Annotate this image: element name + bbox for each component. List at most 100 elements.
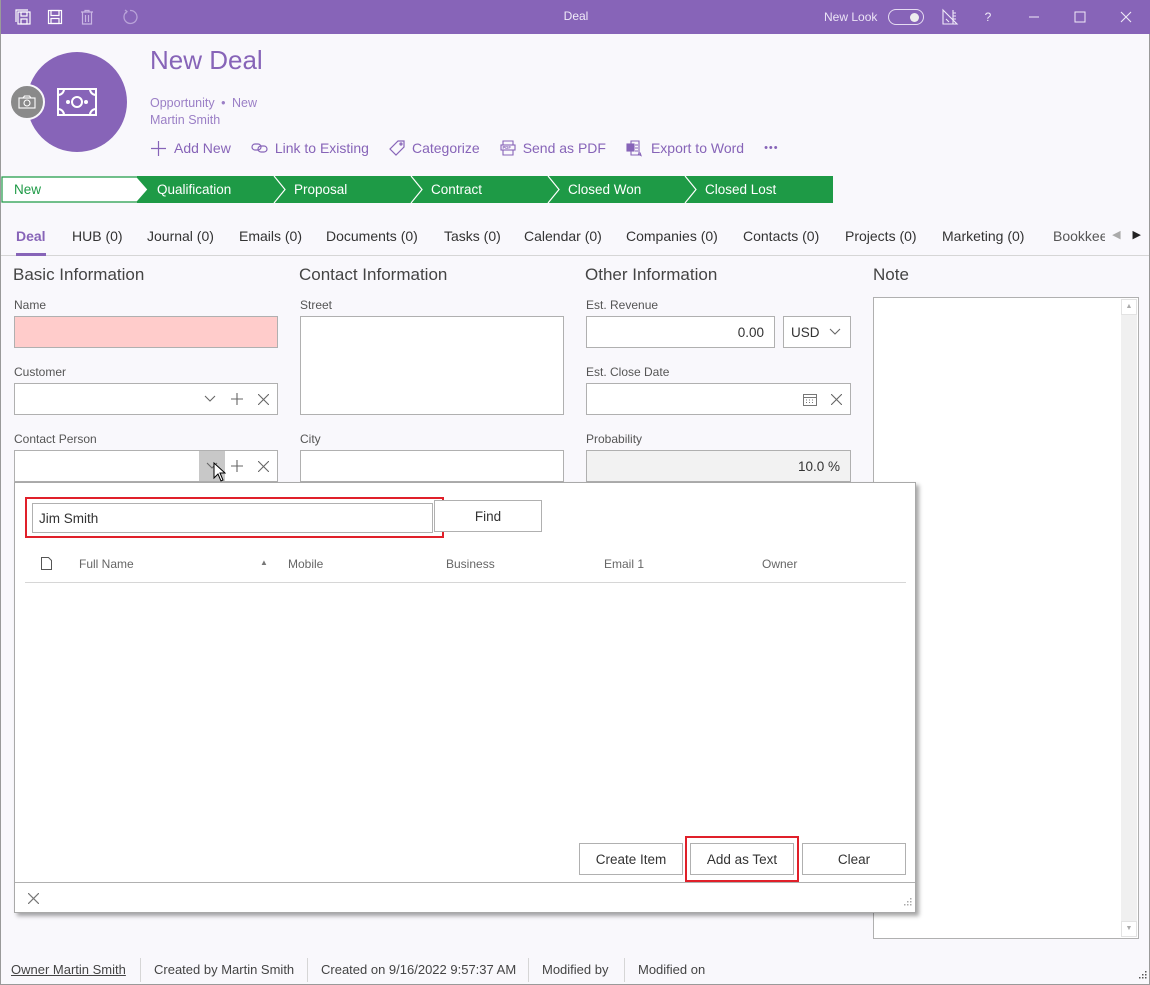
stage-proposal[interactable]: Proposal	[294, 176, 347, 203]
city-label: City	[300, 432, 321, 446]
currency-value: USD	[791, 325, 820, 340]
chevron-down-icon[interactable]	[197, 384, 223, 414]
tab-contacts[interactable]: Contacts (0)	[743, 228, 819, 256]
action-toolbar: Add New Link to Existing Categorize PDF …	[150, 139, 799, 157]
document-icon	[41, 557, 52, 573]
column-full-name[interactable]: Full Name	[79, 557, 134, 571]
clear-icon[interactable]	[823, 384, 849, 414]
stage-qualification[interactable]: Qualification	[157, 176, 231, 203]
column-mobile[interactable]: Mobile	[288, 557, 323, 571]
tab-marketing[interactable]: Marketing (0)	[942, 228, 1024, 256]
pdf-icon: PDF	[500, 140, 516, 156]
send-as-pdf-button[interactable]: PDF Send as PDF	[500, 139, 606, 157]
more-actions-button[interactable]: •••	[764, 139, 779, 157]
minimize-button[interactable]	[1011, 0, 1057, 34]
contact-info-heading: Contact Information	[299, 265, 448, 284]
clear-icon[interactable]	[250, 384, 276, 414]
new-look-label: New Look	[824, 10, 878, 24]
change-photo-button[interactable]	[9, 84, 45, 120]
stage-closed-won[interactable]: Closed Won	[568, 176, 641, 203]
scroll-down-icon[interactable]: ▼	[1121, 921, 1137, 937]
basic-info-heading: Basic Information	[13, 265, 145, 284]
customer-input[interactable]	[14, 383, 278, 415]
clear-icon[interactable]	[250, 451, 276, 481]
search-highlight	[25, 497, 444, 538]
search-input[interactable]	[32, 503, 433, 533]
find-button[interactable]: Find	[434, 500, 542, 532]
tab-projects[interactable]: Projects (0)	[845, 228, 917, 256]
deal-status: New	[231, 96, 257, 110]
deal-owner[interactable]: Martin Smith	[150, 113, 220, 127]
categorize-button[interactable]: Categorize	[389, 139, 480, 157]
close-date-label: Est. Close Date	[586, 365, 670, 379]
chevron-down-icon	[822, 317, 848, 347]
send-as-pdf-label: Send as PDF	[522, 140, 606, 156]
tab-documents[interactable]: Documents (0)	[326, 228, 418, 256]
export-to-word-button[interactable]: Export to Word	[626, 139, 744, 157]
svg-text:PDF: PDF	[502, 145, 511, 150]
clear-button[interactable]: Clear	[802, 843, 906, 875]
create-item-button[interactable]: Create Item	[579, 843, 683, 875]
plus-icon[interactable]	[224, 384, 250, 414]
stage-closed-lost[interactable]: Closed Lost	[705, 176, 776, 203]
name-label: Name	[14, 298, 47, 312]
status-divider	[624, 958, 625, 982]
tab-calendar[interactable]: Calendar (0)	[524, 228, 602, 256]
stage-new[interactable]: New	[14, 176, 41, 203]
column-owner[interactable]: Owner	[762, 557, 797, 571]
status-bar: Owner Martin Smith Created by Martin Smi…	[1, 956, 1149, 984]
calendar-icon[interactable]	[797, 384, 823, 414]
currency-select[interactable]: USD	[783, 316, 851, 348]
add-as-text-button[interactable]: Add as Text	[690, 843, 794, 875]
new-look-toggle[interactable]	[888, 9, 924, 25]
close-date-input[interactable]	[586, 383, 851, 415]
owner-link[interactable]: Owner Martin Smith	[11, 962, 126, 977]
link-icon	[251, 143, 268, 153]
grid-header-divider	[25, 582, 906, 583]
link-to-existing-button[interactable]: Link to Existing	[251, 139, 369, 157]
probability-value: 10.0 %	[797, 459, 840, 474]
title-bar: Deal New Look ?	[1, 0, 1150, 34]
tab-emails[interactable]: Emails (0)	[239, 228, 302, 256]
probability-input[interactable]: 10.0 %	[586, 450, 851, 482]
name-input[interactable]	[14, 316, 278, 348]
revenue-label: Est. Revenue	[586, 298, 659, 312]
maximize-button[interactable]	[1057, 0, 1103, 34]
tab-hub[interactable]: HUB (0)	[72, 228, 123, 256]
add-new-button[interactable]: Add New	[150, 139, 231, 157]
column-email-1[interactable]: Email 1	[604, 557, 644, 571]
page-title: New Deal	[150, 45, 263, 75]
tab-bar: Deal HUB (0) Journal (0) Emails (0) Docu…	[1, 222, 1149, 256]
column-business[interactable]: Business	[446, 557, 495, 571]
contact-lookup-popup: Find Full Name ▲ Mobile Business Email 1…	[14, 482, 916, 913]
scroll-up-icon[interactable]: ▲	[1121, 299, 1137, 315]
close-popup-icon[interactable]	[27, 892, 40, 907]
stage-label: Proposal	[294, 182, 348, 197]
note-scrollbar[interactable]: ▲ ▼	[1121, 299, 1137, 937]
help-button[interactable]: ?	[965, 0, 1011, 34]
modified-by: Modified by	[542, 962, 609, 977]
street-input[interactable]	[300, 316, 564, 415]
tab-journal[interactable]: Journal (0)	[147, 228, 214, 256]
close-button[interactable]	[1103, 0, 1149, 34]
stage-contract[interactable]: Contract	[431, 176, 482, 203]
tab-bookkeeping[interactable]: Bookkee	[1053, 228, 1105, 256]
resize-grip-icon[interactable]	[903, 894, 912, 909]
tab-deal[interactable]: Deal	[16, 228, 46, 256]
tab-tasks[interactable]: Tasks (0)	[444, 228, 501, 256]
export-to-word-label: Export to Word	[650, 140, 745, 156]
tab-scroll-right-icon[interactable]: ▶	[1133, 229, 1141, 241]
tab-scroll-left-icon[interactable]: ◀	[1112, 229, 1120, 241]
plus-icon[interactable]	[224, 451, 250, 481]
created-by: Created by Martin Smith	[154, 962, 295, 977]
city-input[interactable]	[300, 450, 564, 482]
add-new-label: Add New	[174, 140, 231, 156]
sort-ascending-icon: ▲	[260, 558, 268, 567]
status-divider	[140, 958, 141, 982]
revenue-input[interactable]: 0.00	[586, 316, 775, 348]
window-resize-grip-icon[interactable]	[1138, 967, 1147, 982]
contact-person-input[interactable]	[14, 450, 278, 482]
word-icon	[626, 139, 642, 157]
ruler-icon[interactable]	[941, 8, 959, 26]
tab-companies[interactable]: Companies (0)	[626, 228, 718, 256]
